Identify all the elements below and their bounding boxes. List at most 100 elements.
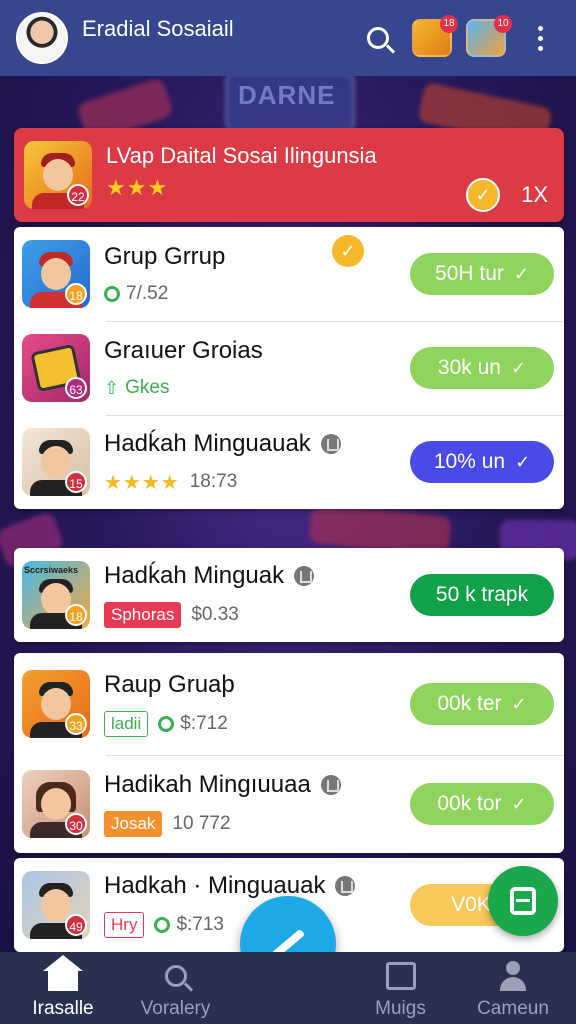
- game-meta: 18:73: [189, 471, 238, 492]
- game-thumbnail: 49: [22, 871, 90, 939]
- nav-label: Irasalle: [32, 998, 94, 1019]
- category-tag: ladii: [104, 711, 149, 737]
- game-icon: 18: [412, 15, 458, 57]
- search-button[interactable]: [358, 18, 398, 58]
- category-tag: Sphoras: [104, 602, 182, 628]
- nav-label: Voralery: [140, 998, 211, 1019]
- claim-button-label: 00k ter: [437, 692, 502, 715]
- thumbnail-text: Sccrsiwaeks: [24, 565, 79, 575]
- character-icon: 10: [466, 15, 512, 57]
- claim-button[interactable]: 50H tur ✓: [410, 253, 554, 295]
- more-options-button[interactable]: [520, 18, 560, 58]
- track-button[interactable]: 50 k trapk: [410, 574, 554, 616]
- featured-title: LVap Daital Sosai Ilingunsia: [106, 143, 377, 168]
- game-name: Hadikah Mingıuuaa: [104, 771, 311, 798]
- category-tag: Hry: [104, 912, 145, 938]
- lock-icon: [320, 433, 341, 454]
- list-item[interactable]: Sccrsiwaeks 18 Hadḱah Minguak Sphoras $0…: [14, 548, 564, 642]
- game-thumbnail: 30: [22, 770, 90, 838]
- game-name: Raup Gruaþ: [104, 671, 235, 698]
- kebab-menu-icon: [537, 25, 543, 51]
- claim-button[interactable]: 10% un ✓: [410, 441, 554, 483]
- bus-icon: [510, 887, 536, 915]
- level-badge: 49: [65, 914, 87, 936]
- nav-label: Muigs: [375, 998, 426, 1019]
- claim-button[interactable]: 00k tor ✓: [410, 783, 554, 825]
- chat-icon: [154, 917, 171, 933]
- game-thumbnail: 63: [22, 334, 90, 402]
- claim-button-label: 10% un: [433, 450, 506, 473]
- game-thumbnail: 33: [22, 670, 90, 738]
- list-item[interactable]: 30 Hadikah Mingıuuaa Josak 10 772 00k to…: [14, 755, 564, 853]
- profile-avatar[interactable]: [16, 12, 68, 64]
- game-shortcut-button[interactable]: 18: [412, 15, 458, 58]
- game-meta: 10 772: [172, 813, 231, 834]
- home-icon: [43, 955, 83, 991]
- nav-item-search[interactable]: Voralery: [121, 958, 231, 1020]
- rating-stars: ★★★★: [104, 471, 180, 494]
- person-icon: [498, 961, 528, 991]
- list-item[interactable]: 63 Graıuer Groias ⇧ Gkes 30k un ✓: [14, 321, 564, 415]
- character-shortcut-button[interactable]: 10: [466, 15, 512, 58]
- timer-icon: [104, 286, 120, 302]
- check-icon: ✓: [515, 451, 531, 472]
- check-icon: ✓: [513, 263, 529, 284]
- game-thumbnail: Sccrsiwaeks 18: [22, 561, 90, 629]
- claim-button[interactable]: 00k ter ✓: [410, 683, 554, 725]
- check-icon: ✓: [511, 693, 527, 714]
- game-list-card: 33 Raup Gruaþ ladii $:712 00k ter ✓ 30 Ha…: [14, 653, 564, 853]
- game-meta: $0.33: [191, 604, 239, 625]
- level-badge: 63: [65, 377, 87, 399]
- nav-item-profile[interactable]: Cameun: [458, 958, 568, 1020]
- game-thumbnail: 15: [22, 428, 90, 496]
- game-meta: Gkes: [125, 377, 170, 398]
- level-badge: 22: [67, 184, 89, 206]
- nav-label: Cameun: [477, 998, 549, 1019]
- track-button-label: 50 k trapk: [435, 583, 529, 606]
- notification-badge: 18: [440, 15, 458, 33]
- game-name: Hadḱah Minguak: [104, 562, 285, 589]
- square-icon: [385, 962, 416, 990]
- nav-item-library[interactable]: Muigs: [346, 958, 456, 1020]
- level-badge: 30: [65, 813, 87, 835]
- claim-button[interactable]: 30k un ✓: [410, 347, 554, 389]
- category-tag: Josak: [104, 811, 163, 837]
- featured-game-banner[interactable]: 22 LVap Daital Sosai Ilingunsia ★★★ ✓ 1X: [14, 128, 564, 222]
- game-meta: $:713: [176, 914, 224, 935]
- verified-check-icon: ✓: [466, 178, 500, 212]
- list-item[interactable]: 18 Grup Grrup 7/.52 ✓ 50H tur ✓: [14, 227, 564, 321]
- search-icon: [367, 27, 389, 49]
- lock-icon: [294, 566, 315, 586]
- featured-count: 1X: [521, 182, 548, 207]
- lock-icon: [320, 775, 341, 795]
- transit-fab[interactable]: [488, 866, 558, 936]
- level-badge: 15: [65, 471, 87, 493]
- game-name: Graıuer Groias: [104, 337, 263, 364]
- chat-icon: [158, 716, 175, 732]
- app-title: Eradial Sosaiail: [82, 16, 234, 41]
- list-item[interactable]: 15 Hadḱah Minguauak ★★★★ 18:73 10% un ✓: [14, 415, 564, 509]
- search-icon: [164, 965, 187, 987]
- top-app-bar: Eradial Sosaiail 18 10: [0, 0, 576, 76]
- level-badge: 18: [65, 283, 87, 305]
- bottom-navigation: Irasalle Voralery Muigs Cameun: [0, 952, 576, 1024]
- check-icon: ✓: [510, 357, 527, 378]
- background-sign-text: DARNE: [238, 80, 336, 110]
- notification-badge: 10: [494, 15, 512, 33]
- claim-button-label: 00k tor: [437, 792, 502, 815]
- game-list-card: Sccrsiwaeks 18 Hadḱah Minguak Sphoras $0…: [14, 548, 564, 642]
- verified-check-icon: ✓: [332, 235, 364, 267]
- claim-button-label: 50H tur: [435, 262, 504, 285]
- game-name: Hadḱah Minguauak: [104, 429, 311, 457]
- list-item[interactable]: 33 Raup Gruaþ ladii $:712 00k ter ✓: [14, 653, 564, 755]
- level-badge: 33: [65, 713, 87, 735]
- game-meta: $:712: [180, 713, 228, 734]
- nav-item-home[interactable]: Irasalle: [8, 955, 118, 1020]
- lock-icon: [335, 876, 356, 896]
- game-thumbnail: 22: [24, 141, 92, 209]
- share-icon: ⇧: [104, 377, 120, 398]
- claim-button-label: 30k un: [437, 356, 501, 379]
- game-meta: 7/.52: [126, 283, 169, 304]
- game-thumbnail: 18: [22, 240, 90, 308]
- check-icon: ✓: [511, 793, 527, 814]
